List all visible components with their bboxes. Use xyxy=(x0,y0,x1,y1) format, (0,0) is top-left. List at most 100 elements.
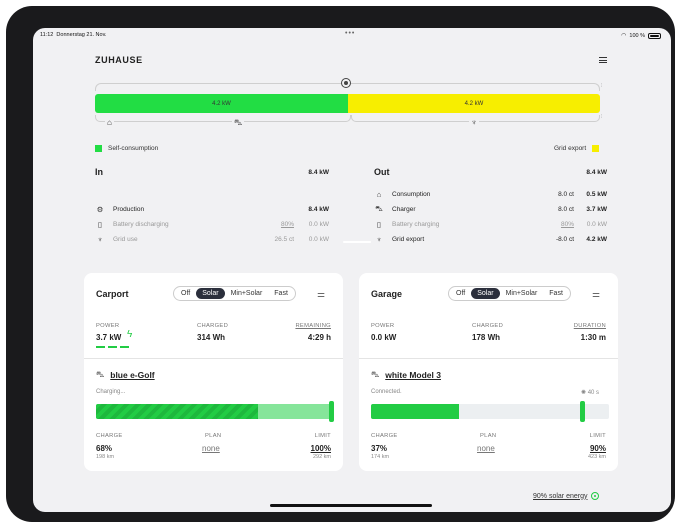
grid-edge-icon: ⫶ xyxy=(601,83,603,89)
loadpoint-card-carport: Carport Off Solar Min+Solar Fast ⚌ POWER 3.7 kW… xyxy=(84,273,343,471)
in-row-label: Grid use xyxy=(113,235,138,243)
grid-edge-icon-bottom: ⫶ xyxy=(601,114,603,120)
in-row-value: 0.0 kW xyxy=(308,220,329,228)
charged-label: CHARGED xyxy=(197,323,229,329)
battery-icon xyxy=(648,32,661,39)
progress-soc-fill xyxy=(96,404,258,419)
mode-fast[interactable]: Fast xyxy=(268,288,294,299)
limit-label: LIMIT xyxy=(589,433,606,439)
power-label: POWER xyxy=(371,323,395,329)
charged-label: CHARGED xyxy=(472,323,504,329)
out-row-value: 0.0 kW xyxy=(586,220,607,228)
multitasking-dots[interactable]: ••• xyxy=(345,30,355,37)
in-row-0: ⚙ Production 8.4 kW xyxy=(95,204,329,214)
grid-tower-icon: ♆ xyxy=(376,234,382,244)
time-label[interactable]: DURATION xyxy=(574,323,606,329)
limit-value[interactable]: 100% xyxy=(311,444,331,453)
home-icon: ⌂ xyxy=(105,118,114,127)
mode-off[interactable]: Off xyxy=(175,288,196,299)
settings-sliders-icon[interactable]: ⚌ xyxy=(317,289,325,300)
status-bar: 11:12 Donnerstag 21. Nov. ••• ◠ 100 % xyxy=(33,28,671,42)
mode-selector: Off Solar Min+Solar Fast xyxy=(448,286,571,301)
timer-sun-icon: ✺ xyxy=(581,390,588,396)
charging-status: Connected. xyxy=(371,389,402,395)
vehicle-row[interactable]: ⛍ blue e-Golf xyxy=(96,370,155,380)
power-indicator xyxy=(96,346,129,348)
power-value: 0.0 kW xyxy=(371,333,397,342)
loadpoint-title: Carport xyxy=(96,289,129,299)
limit-marker[interactable] xyxy=(329,401,334,422)
card-divider xyxy=(359,358,618,359)
status-time: 11:12 Donnerstag 21. Nov. xyxy=(40,32,107,38)
sun-icon: ⚙ xyxy=(96,204,104,214)
time-value: 1:30 m xyxy=(580,333,606,342)
status-right: ◠ 100 % xyxy=(621,32,661,39)
car-icon: ⛍ xyxy=(375,204,383,213)
out-row-value: 4.2 kW xyxy=(586,235,607,243)
page-title: ZUHAUSE xyxy=(95,55,143,65)
in-title: In xyxy=(95,167,103,177)
grid-tower-icon: ♆ xyxy=(469,118,479,127)
home-icon: ⌂ xyxy=(376,189,382,199)
mode-off[interactable]: Off xyxy=(450,288,471,299)
battery-icon: ▯ xyxy=(376,219,382,229)
mode-solar[interactable]: Solar xyxy=(471,288,500,299)
charged-value: 178 Wh xyxy=(472,333,501,342)
out-row-1: ⛍ Charger 8.0 ct 3.7 kW xyxy=(374,204,607,214)
progress-soc-fill xyxy=(371,404,460,419)
vehicle-name[interactable]: white Model 3 xyxy=(385,370,441,380)
home-indicator[interactable] xyxy=(270,504,432,507)
plan-label: PLAN xyxy=(480,433,497,439)
menu-icon[interactable] xyxy=(599,57,607,63)
loadpoint-title: Garage xyxy=(371,289,403,299)
in-row-label: Battery discharging xyxy=(113,220,169,228)
solar-energy-link[interactable]: 90% solar energy xyxy=(533,492,600,500)
settings-sliders-icon[interactable]: ⚌ xyxy=(592,289,600,300)
mode-min-solar[interactable]: Min+Solar xyxy=(500,288,544,299)
limit-value[interactable]: 90% xyxy=(590,444,606,453)
limit-marker[interactable] xyxy=(580,401,586,422)
loadpoint-card-garage: Garage Off Solar Min+Solar Fast ⚌ POWER 0.0 kW C… xyxy=(359,273,618,471)
vehicle-name[interactable]: blue e-Golf xyxy=(110,370,154,380)
car-icon: ⛍ xyxy=(96,370,105,379)
legend-export-swatch xyxy=(592,145,600,152)
battery-percent: 100 % xyxy=(629,32,645,39)
charged-value: 314 Wh xyxy=(197,333,226,342)
power-label: POWER xyxy=(96,323,120,329)
wifi-icon: ◠ xyxy=(621,33,627,39)
mode-fast[interactable]: Fast xyxy=(543,288,569,299)
tablet-frame: 11:12 Donnerstag 21. Nov. ••• ◠ 100 % ZU… xyxy=(6,6,675,522)
out-row-label: Grid export xyxy=(392,235,425,243)
out-total: 8.4 kW xyxy=(586,169,607,176)
charge-label: CHARGE xyxy=(371,433,398,439)
out-row-label: Charger xyxy=(392,205,416,213)
in-row-value: 8.4 kW xyxy=(308,205,329,213)
mode-selector: Off Solar Min+Solar Fast xyxy=(173,286,296,301)
plan-value[interactable]: none xyxy=(477,444,495,453)
grid-export-bar: 4.2 kW xyxy=(348,94,600,113)
mode-min-solar[interactable]: Min+Solar xyxy=(225,288,269,299)
legend-export: Grid export xyxy=(554,145,600,152)
vehicle-row[interactable]: ⛍ white Model 3 xyxy=(371,370,441,380)
car-icon: ⛍ xyxy=(232,118,245,128)
in-row-label: Production xyxy=(113,205,145,213)
power-value: 3.7 kW xyxy=(96,333,122,342)
time-label[interactable]: REMAINING xyxy=(295,323,331,329)
mode-solar[interactable]: Solar xyxy=(196,288,225,299)
legend-self: Self-consumption xyxy=(95,145,158,152)
in-row-2: ♆ Grid use 26.5 ct 0.0 kW xyxy=(95,234,329,244)
charge-progress xyxy=(371,404,609,419)
screen: 11:12 Donnerstag 21. Nov. ••• ◠ 100 % ZU… xyxy=(33,28,671,512)
in-row-value: 0.0 kW xyxy=(308,235,329,243)
out-title: Out xyxy=(374,167,390,177)
grid-tower-icon: ♆ xyxy=(97,234,103,244)
car-icon: ⛍ xyxy=(371,370,380,379)
out-row-value: 0.5 kW xyxy=(586,190,607,198)
scroll-handle[interactable] xyxy=(343,241,371,243)
charge-value: 37% xyxy=(371,444,388,453)
plan-value[interactable]: none xyxy=(202,444,220,453)
charge-value: 68% xyxy=(96,444,113,453)
limit-range: 292 km xyxy=(312,454,331,460)
timer-info: ✺ 40 s xyxy=(581,389,599,396)
out-row-2: ▯ Battery charging 80% 0.0 kW xyxy=(374,219,607,229)
